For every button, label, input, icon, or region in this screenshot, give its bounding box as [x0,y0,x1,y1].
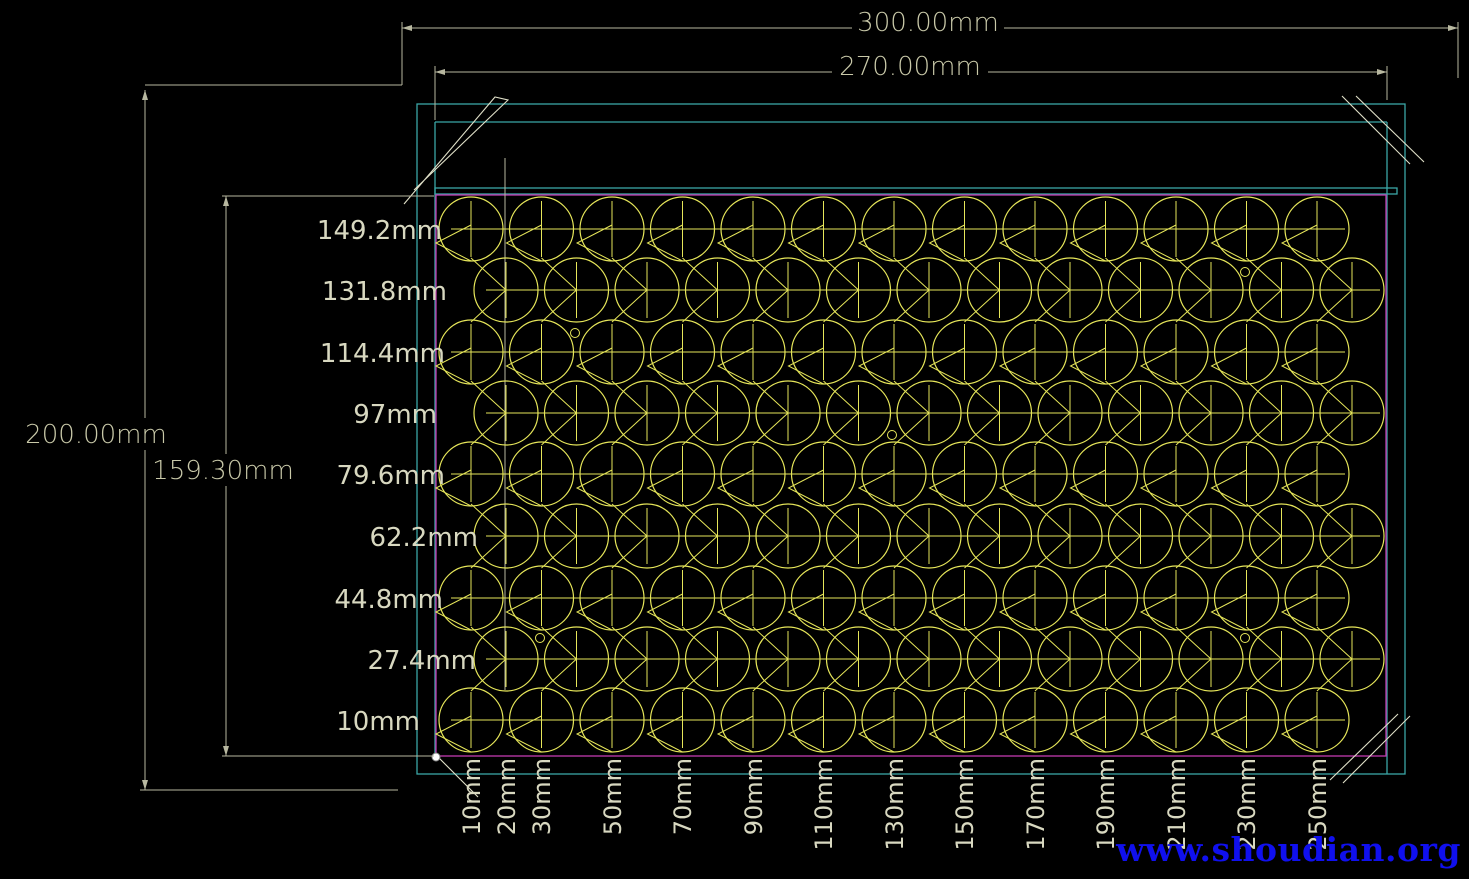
row-label: 131.8mm [322,277,447,307]
row-label: 114.4mm [320,339,445,369]
svg-text:270.00mm: 270.00mm [839,52,981,82]
row-label: 97mm [353,400,437,430]
column-label: 50mm [599,758,627,835]
column-label: 20mm [493,758,521,835]
column-label: 150mm [951,758,979,851]
row-label-group: 149.2mm 131.8mm 114.4mm 97mm 79.6mm 62.2mm 44.… [317,216,478,737]
column-label: 110mm [810,758,838,851]
row-label: 79.6mm [336,461,445,491]
svg-text:159.30mm: 159.30mm [152,456,294,486]
mounting-hole [1240,633,1250,643]
row-label: 44.8mm [334,585,443,615]
mounting-hole [570,328,580,338]
row-label: 149.2mm [317,216,442,246]
column-label: 10mm [458,758,486,835]
keepout-outline [435,194,1387,757]
watermark: www.shoudian.org [1116,830,1461,869]
svg-text:300.00mm: 300.00mm [857,8,999,38]
dimension-outer-height: 200.00mm [20,418,172,450]
pcb-drawing: 300.00mm 270.00mm 200.00mm 159.30mm 149.… [20,8,1459,851]
dimension-inner-width: 270.00mm [832,52,988,82]
mounting-hole [535,633,545,643]
dimension-lines [140,22,1459,791]
origin-marker [431,752,441,762]
column-label: 30mm [528,758,556,835]
row-label: 10mm [336,707,420,737]
column-label: 70mm [669,758,697,835]
battery-cell-grid [434,196,1385,753]
dimension-outer-width: 300.00mm [852,8,1004,38]
mounting-hole [887,430,897,440]
row-label: 27.4mm [367,646,476,676]
column-label: 170mm [1022,758,1050,851]
row-label: 62.2mm [369,523,478,553]
column-label: 90mm [740,758,768,835]
mounting-hole [1240,267,1250,277]
svg-text:200.00mm: 200.00mm [25,420,167,450]
dimension-inner-height: 159.30mm [150,454,296,486]
dimension-arrows [142,25,1458,790]
column-label: 130mm [881,758,909,851]
